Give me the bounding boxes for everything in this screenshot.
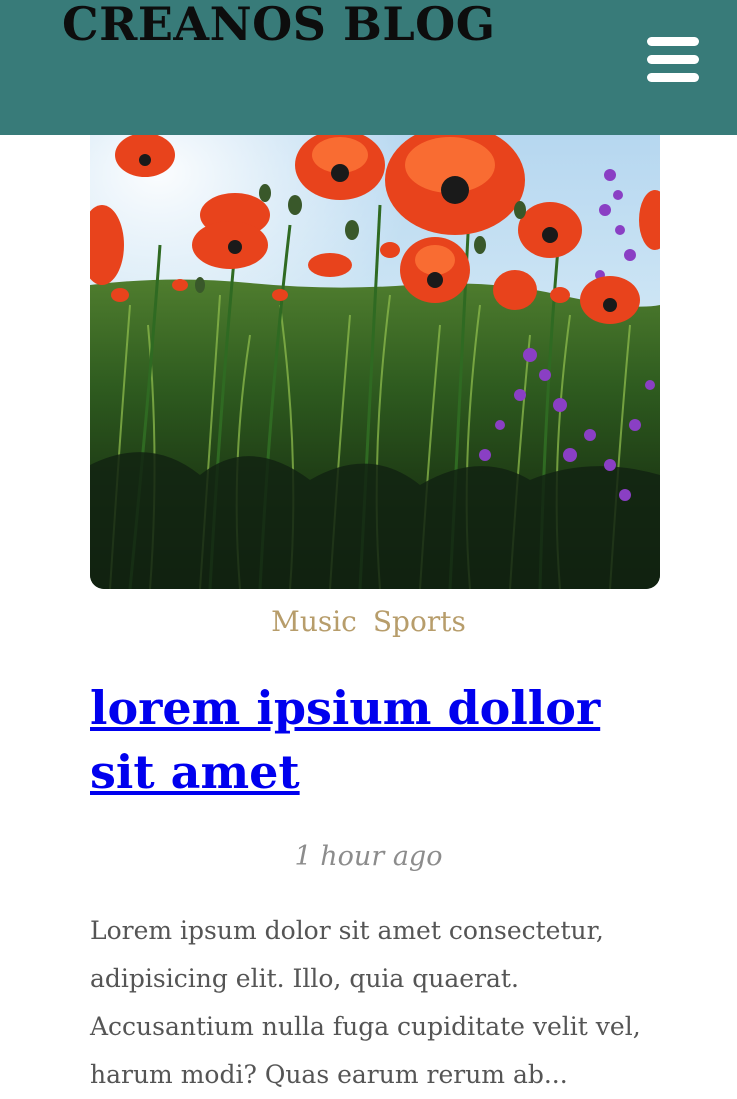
post-featured-image[interactable] — [90, 135, 660, 589]
post-excerpt: Lorem ipsum dolor sit amet consectetur, … — [90, 916, 641, 1089]
category-tag-music[interactable]: Music — [271, 600, 357, 644]
hamburger-menu-icon[interactable] — [647, 37, 699, 83]
post-title: lorem ipsium dollor sit amet — [90, 676, 670, 804]
category-tag-sports[interactable]: Sports — [373, 600, 466, 644]
post-timestamp: 1 hour ago — [294, 841, 443, 872]
menu-bar — [647, 73, 699, 82]
post-categories: Music Sports — [0, 600, 737, 644]
site-title[interactable]: CREANOS BLOG — [62, 0, 496, 56]
menu-bar — [647, 55, 699, 64]
menu-bar — [647, 37, 699, 46]
post-title-link[interactable]: lorem ipsium dollor sit amet — [90, 681, 600, 799]
poppy-field-image — [90, 135, 660, 589]
site-header: CREANOS BLOG — [0, 0, 737, 135]
